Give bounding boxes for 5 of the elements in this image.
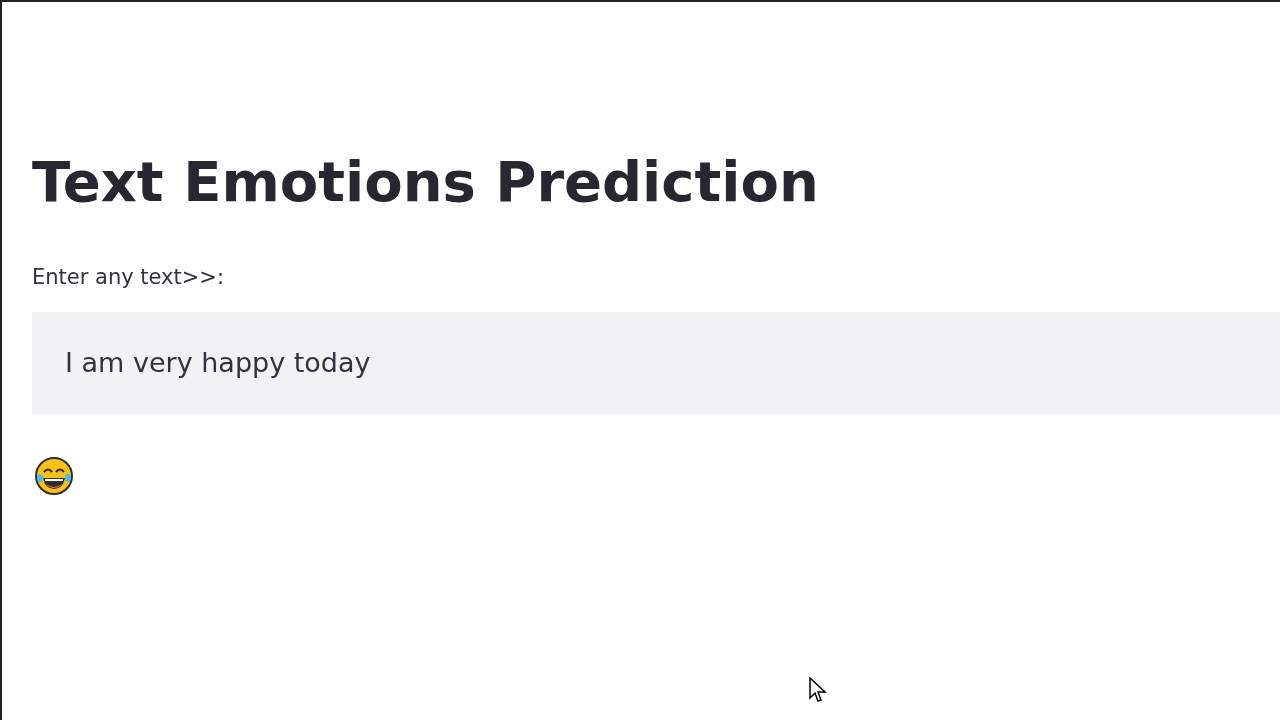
text-input-field[interactable]: I am very happy today bbox=[32, 311, 1280, 414]
page-title: Text Emotions Prediction bbox=[32, 154, 819, 210]
mouse-pointer-icon bbox=[809, 677, 827, 703]
field-label: Enter any text>>: bbox=[32, 264, 225, 291]
laughing-face-icon bbox=[34, 455, 74, 496]
